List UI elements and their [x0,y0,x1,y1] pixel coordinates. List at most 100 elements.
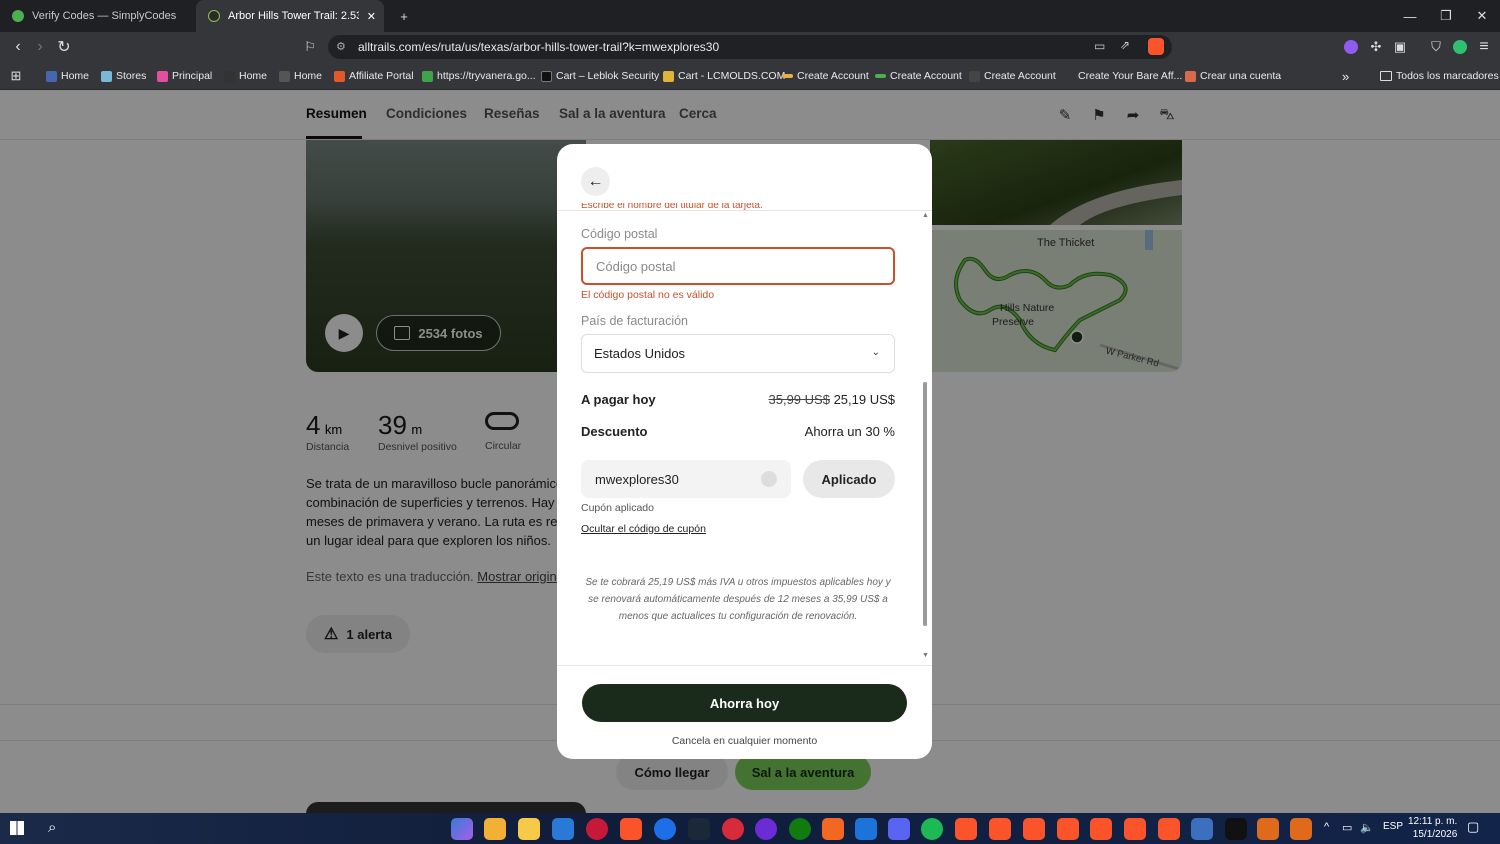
app-icon[interactable] [1257,818,1279,840]
apps-grid-icon[interactable]: ⊞ [4,62,28,90]
scroll-up-icon[interactable]: ▲ [922,212,929,219]
app-icon[interactable] [654,818,676,840]
outlook-icon[interactable] [552,818,574,840]
brave-icon[interactable] [620,818,642,840]
bookmark-item[interactable]: Crear una cuenta [1185,66,1281,86]
tab-alltrails[interactable]: Arbor Hills Tower Trail: 2.534 fot ✕ [196,0,384,32]
close-tab-icon[interactable]: ✕ [367,10,376,23]
back-icon[interactable]: ‹ [6,32,30,62]
wallet-icon[interactable] [1453,40,1467,54]
store-icon[interactable] [484,818,506,840]
new-tab-button[interactable]: + [386,0,422,32]
pay-today-price: 35,99 US$ 25,19 US$ [769,392,896,407]
app-icon[interactable] [722,818,744,840]
bookmark-favicon-icon [541,70,552,82]
billing-country-select[interactable]: Estados Unidos ⌄ [581,334,895,373]
file-explorer-icon[interactable] [518,818,540,840]
network-icon[interactable]: ▭ [1342,821,1352,834]
language-indicator[interactable]: ESP [1383,821,1403,832]
app-icon[interactable] [1191,818,1213,840]
bookmark-item[interactable]: Create Account [782,66,869,86]
minimize-button[interactable]: — [1392,0,1428,32]
forward-icon[interactable]: › [28,32,52,62]
postal-code-label: Código postal [581,227,658,241]
more-bookmarks-icon[interactable]: » [1342,66,1349,86]
app-icon[interactable] [755,818,777,840]
restore-button[interactable]: ❐ [1428,0,1464,32]
brave-profile-icon[interactable] [1090,818,1112,840]
bookmark-item[interactable]: https://tryvanera.go... [422,66,536,86]
bookmark-favicon-icon [969,70,980,82]
brave-profile-icon[interactable] [1057,818,1079,840]
brave-profile-icon[interactable] [955,818,977,840]
all-bookmarks-folder[interactable]: Todos los marcadores [1380,66,1499,86]
bookmark-item[interactable]: Create Your Bare Aff... [1066,66,1182,86]
volume-icon[interactable]: 🔈 [1360,821,1374,834]
notifications-icon[interactable]: ▢ [1467,819,1479,835]
bookmark-item[interactable]: Affiliate Portal [334,66,414,86]
extension-icon[interactable] [1344,40,1358,54]
bookmark-item[interactable]: Home [224,66,267,86]
coupon-applied-button[interactable]: Aplicado [803,460,895,498]
coupon-input[interactable]: mwexplores30 [581,460,791,498]
discord-icon[interactable] [888,818,910,840]
steam-icon[interactable] [688,818,710,840]
reload-icon[interactable]: ↻ [52,32,76,62]
scrollbar-thumb[interactable] [923,382,927,626]
tab-verify-codes[interactable]: Verify Codes — SimplyCodes [0,0,192,32]
bookmark-favicon-icon [875,74,886,78]
bookmark-item[interactable]: Home [46,66,89,86]
brave-profile-icon[interactable] [1023,818,1045,840]
app-icon[interactable] [1225,818,1247,840]
modal-scrollbar[interactable]: ▲ ▼ [922,212,929,662]
app-icon[interactable] [855,818,877,840]
browser-tab-bar: Verify Codes — SimplyCodes Arbor Hills T… [0,0,1500,32]
cardholder-error-truncated: Escribe el nombre del titular de la tarj… [581,203,763,211]
bookmark-favicon-icon [1066,70,1074,82]
opera-icon[interactable] [586,818,608,840]
vpn-icon[interactable]: ⛉ [1424,32,1448,62]
bookmark-item[interactable]: Create Account [875,66,962,86]
chevron-down-icon: ⌄ [871,347,880,358]
bookmark-favicon-icon [782,74,793,78]
spotify-icon[interactable] [921,818,943,840]
bookmark-item[interactable]: Stores [101,66,146,86]
bookmark-item[interactable]: Cart - LCMOLDS.COM [663,66,785,86]
tray-chevron-icon[interactable]: ^ [1324,821,1329,833]
extensions-puzzle-icon[interactable]: ✣ [1364,32,1388,62]
sidebar-icon[interactable]: ▣ [1388,32,1412,62]
billing-country-label: País de facturación [581,314,689,328]
cast-icon[interactable]: ▭ [1094,39,1105,53]
tab-title: Arbor Hills Tower Trail: 2.534 fot [228,10,359,22]
brave-profile-icon[interactable] [1158,818,1180,840]
alltrails-icon [208,10,220,22]
postal-code-input[interactable]: Código postal [581,247,895,285]
save-today-button[interactable]: Ahorra hoy [582,684,907,722]
brave-profile-icon[interactable] [1124,818,1146,840]
bookmark-item[interactable]: Principal [157,66,212,86]
bookmark-item[interactable]: Home [279,66,322,86]
back-arrow-icon[interactable]: ← [581,167,610,196]
scroll-down-icon[interactable]: ▼ [922,652,929,659]
app-icon[interactable] [822,818,844,840]
clear-coupon-icon[interactable] [761,471,777,487]
windows-start-icon[interactable] [10,821,24,835]
bookmarks-bar: ⊞ Home Stores Principal Home Home Affili… [0,62,1500,90]
bookmark-item[interactable]: Create Account [969,66,1056,86]
search-icon[interactable]: ⌕ [48,819,56,836]
share-icon[interactable]: ⇗ [1120,38,1130,52]
app-icon[interactable] [1290,818,1312,840]
close-window-button[interactable]: ✕ [1464,0,1500,32]
menu-icon[interactable]: ≡ [1472,32,1496,62]
site-info-icon[interactable]: ⚙ [336,40,346,53]
bookmark-page-icon[interactable]: ⚐ [298,32,322,62]
bookmark-favicon-icon [422,70,433,82]
brave-shields-icon[interactable] [1148,38,1164,55]
xbox-icon[interactable] [789,818,811,840]
hide-coupon-link[interactable]: Ocultar el código de cupón [581,523,706,535]
copilot-icon[interactable] [451,818,473,840]
address-bar[interactable]: ⚙ alltrails.com/es/ruta/us/texas/arbor-h… [328,35,1172,59]
clock[interactable]: 12:11 p. m. 15/1/2026 [1408,815,1457,841]
bookmark-item[interactable]: Cart – Leblok Security [541,66,659,86]
brave-profile-icon[interactable] [989,818,1011,840]
